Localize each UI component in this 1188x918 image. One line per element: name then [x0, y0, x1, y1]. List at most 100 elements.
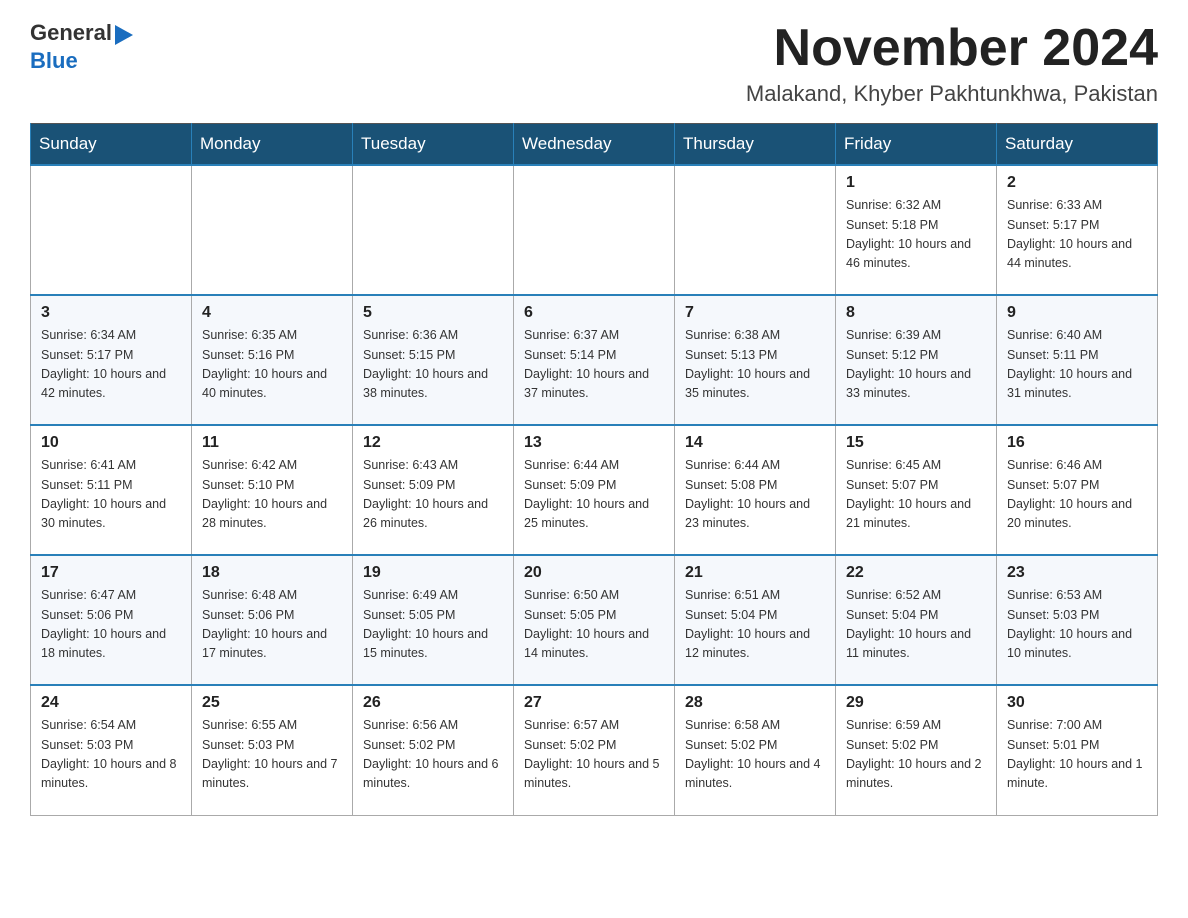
day-number: 21: [685, 564, 825, 582]
day-info: Sunrise: 6:56 AM Sunset: 5:02 PM Dayligh…: [363, 716, 503, 794]
calendar-cell: 19Sunrise: 6:49 AM Sunset: 5:05 PM Dayli…: [353, 555, 514, 685]
calendar-cell: 25 Sunrise: 6:55 AM Sunset: 5:03 PM Dayli…: [192, 685, 353, 815]
calendar-cell: 2 Sunrise: 6:33 AM Sunset: 5:17 PM Daylig…: [997, 165, 1158, 295]
calendar-week-row: 24Sunrise: 6:54 AM Sunset: 5:03 PM Dayli…: [31, 685, 1158, 815]
title-block: November 2024 Malakand, Khyber Pakhtunkh…: [746, 20, 1158, 107]
calendar-cell: 17 Sunrise: 6:47 AM Sunset: 5:06 PM Dayli…: [31, 555, 192, 685]
day-number: 4: [202, 304, 342, 322]
calendar-cell: 27 Sunrise: 6:57 AM Sunset: 5:02 PM Dayli…: [514, 685, 675, 815]
calendar-cell: 13 Sunrise: 6:44 AM Sunset: 5:09 PM Dayli…: [514, 425, 675, 555]
calendar-cell: 12Sunrise: 6:43 AM Sunset: 5:09 PM Dayli…: [353, 425, 514, 555]
day-info: Sunrise: 6:37 AM Sunset: 5:14 PM Dayligh…: [524, 326, 664, 404]
logo: General Blue: [30, 20, 134, 74]
day-info: Sunrise: 6:40 AM Sunset: 5:11 PM Dayligh…: [1007, 326, 1147, 404]
calendar-cell: 6 Sunrise: 6:37 AM Sunset: 5:14 PM Daylig…: [514, 295, 675, 425]
calendar-cell: [31, 165, 192, 295]
calendar-cell: 4 Sunrise: 6:35 AM Sunset: 5:16 PM Daylig…: [192, 295, 353, 425]
calendar-cell: 14 Sunrise: 6:44 AM Sunset: 5:08 PM Dayli…: [675, 425, 836, 555]
day-number: 2: [1007, 174, 1147, 192]
day-number: 10: [41, 434, 181, 452]
page-header: General Blue November 2024 Malakand, Khy…: [30, 20, 1158, 107]
day-number: 7: [685, 304, 825, 322]
day-info: Sunrise: 6:57 AM Sunset: 5:02 PM Dayligh…: [524, 716, 664, 794]
day-number: 11: [202, 434, 342, 452]
day-number: 16: [1007, 434, 1147, 452]
logo-blue-text: Blue: [30, 48, 78, 74]
calendar-table: SundayMondayTuesdayWednesdayThursdayFrid…: [30, 123, 1158, 816]
calendar-cell: [353, 165, 514, 295]
weekday-header-thursday: Thursday: [675, 124, 836, 166]
day-number: 8: [846, 304, 986, 322]
day-info: Sunrise: 6:52 AM Sunset: 5:04 PM Dayligh…: [846, 586, 986, 664]
day-info: Sunrise: 6:44 AM Sunset: 5:09 PM Dayligh…: [524, 456, 664, 534]
day-number: 20: [524, 564, 664, 582]
day-info: Sunrise: 6:58 AM Sunset: 5:02 PM Dayligh…: [685, 716, 825, 794]
day-info: Sunrise: 6:33 AM Sunset: 5:17 PM Dayligh…: [1007, 196, 1147, 274]
weekday-header-monday: Monday: [192, 124, 353, 166]
calendar-cell: 26 Sunrise: 6:56 AM Sunset: 5:02 PM Dayli…: [353, 685, 514, 815]
day-info: Sunrise: 6:42 AM Sunset: 5:10 PM Dayligh…: [202, 456, 342, 534]
day-info: Sunrise: 6:43 AM Sunset: 5:09 PM Dayligh…: [363, 456, 503, 534]
day-info: Sunrise: 6:55 AM Sunset: 5:03 PM Dayligh…: [202, 716, 342, 794]
calendar-cell: 5Sunrise: 6:36 AM Sunset: 5:15 PM Daylig…: [353, 295, 514, 425]
calendar-cell: 9 Sunrise: 6:40 AM Sunset: 5:11 PM Daylig…: [997, 295, 1158, 425]
day-number: 9: [1007, 304, 1147, 322]
calendar-cell: 18 Sunrise: 6:48 AM Sunset: 5:06 PM Dayli…: [192, 555, 353, 685]
calendar-body: 1Sunrise: 6:32 AM Sunset: 5:18 PM Daylig…: [31, 165, 1158, 815]
day-number: 14: [685, 434, 825, 452]
day-info: Sunrise: 6:39 AM Sunset: 5:12 PM Dayligh…: [846, 326, 986, 404]
weekday-header-tuesday: Tuesday: [353, 124, 514, 166]
calendar-cell: 10 Sunrise: 6:41 AM Sunset: 5:11 PM Dayli…: [31, 425, 192, 555]
day-number: 26: [363, 694, 503, 712]
day-number: 30: [1007, 694, 1147, 712]
day-info: Sunrise: 7:00 AM Sunset: 5:01 PM Dayligh…: [1007, 716, 1147, 794]
calendar-week-row: 10 Sunrise: 6:41 AM Sunset: 5:11 PM Dayli…: [31, 425, 1158, 555]
day-info: Sunrise: 6:44 AM Sunset: 5:08 PM Dayligh…: [685, 456, 825, 534]
calendar-cell: [675, 165, 836, 295]
day-number: 27: [524, 694, 664, 712]
day-number: 22: [846, 564, 986, 582]
day-info: Sunrise: 6:48 AM Sunset: 5:06 PM Dayligh…: [202, 586, 342, 664]
calendar-cell: 21 Sunrise: 6:51 AM Sunset: 5:04 PM Dayli…: [675, 555, 836, 685]
logo-triangle-icon: [115, 25, 133, 45]
day-number: 1: [846, 174, 986, 192]
calendar-cell: 20 Sunrise: 6:50 AM Sunset: 5:05 PM Dayli…: [514, 555, 675, 685]
calendar-cell: 29Sunrise: 6:59 AM Sunset: 5:02 PM Dayli…: [836, 685, 997, 815]
calendar-cell: 3 Sunrise: 6:34 AM Sunset: 5:17 PM Daylig…: [31, 295, 192, 425]
day-info: Sunrise: 6:35 AM Sunset: 5:16 PM Dayligh…: [202, 326, 342, 404]
calendar-cell: 16 Sunrise: 6:46 AM Sunset: 5:07 PM Dayli…: [997, 425, 1158, 555]
weekday-header-friday: Friday: [836, 124, 997, 166]
day-number: 15: [846, 434, 986, 452]
day-info: Sunrise: 6:38 AM Sunset: 5:13 PM Dayligh…: [685, 326, 825, 404]
day-number: 6: [524, 304, 664, 322]
day-number: 3: [41, 304, 181, 322]
day-info: Sunrise: 6:50 AM Sunset: 5:05 PM Dayligh…: [524, 586, 664, 664]
day-number: 28: [685, 694, 825, 712]
logo-general-text: General: [30, 20, 112, 46]
calendar-cell: 22 Sunrise: 6:52 AM Sunset: 5:04 PM Dayli…: [836, 555, 997, 685]
calendar-week-row: 17 Sunrise: 6:47 AM Sunset: 5:06 PM Dayli…: [31, 555, 1158, 685]
day-info: Sunrise: 6:41 AM Sunset: 5:11 PM Dayligh…: [41, 456, 181, 534]
day-info: Sunrise: 6:34 AM Sunset: 5:17 PM Dayligh…: [41, 326, 181, 404]
day-number: 17: [41, 564, 181, 582]
day-info: Sunrise: 6:36 AM Sunset: 5:15 PM Dayligh…: [363, 326, 503, 404]
day-number: 24: [41, 694, 181, 712]
weekday-header-wednesday: Wednesday: [514, 124, 675, 166]
calendar-week-row: 3 Sunrise: 6:34 AM Sunset: 5:17 PM Daylig…: [31, 295, 1158, 425]
calendar-week-row: 1Sunrise: 6:32 AM Sunset: 5:18 PM Daylig…: [31, 165, 1158, 295]
day-info: Sunrise: 6:46 AM Sunset: 5:07 PM Dayligh…: [1007, 456, 1147, 534]
day-number: 18: [202, 564, 342, 582]
day-info: Sunrise: 6:45 AM Sunset: 5:07 PM Dayligh…: [846, 456, 986, 534]
calendar-cell: [514, 165, 675, 295]
day-info: Sunrise: 6:47 AM Sunset: 5:06 PM Dayligh…: [41, 586, 181, 664]
calendar-cell: 30 Sunrise: 7:00 AM Sunset: 5:01 PM Dayli…: [997, 685, 1158, 815]
calendar-cell: 11 Sunrise: 6:42 AM Sunset: 5:10 PM Dayli…: [192, 425, 353, 555]
weekday-header-sunday: Sunday: [31, 124, 192, 166]
day-number: 25: [202, 694, 342, 712]
day-info: Sunrise: 6:51 AM Sunset: 5:04 PM Dayligh…: [685, 586, 825, 664]
day-number: 29: [846, 694, 986, 712]
day-info: Sunrise: 6:49 AM Sunset: 5:05 PM Dayligh…: [363, 586, 503, 664]
location-title: Malakand, Khyber Pakhtunkhwa, Pakistan: [746, 81, 1158, 107]
calendar-cell: 7 Sunrise: 6:38 AM Sunset: 5:13 PM Daylig…: [675, 295, 836, 425]
day-number: 13: [524, 434, 664, 452]
